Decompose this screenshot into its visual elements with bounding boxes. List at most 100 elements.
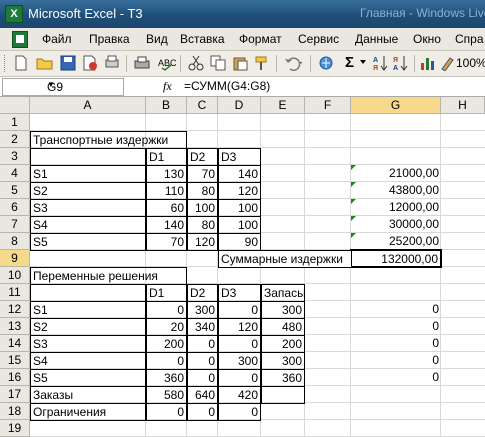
cell-d16[interactable]: 0	[218, 369, 261, 387]
error-indicator-icon[interactable]	[351, 199, 356, 204]
row-header-6[interactable]: 6	[0, 199, 30, 216]
cell-c12[interactable]: 300	[187, 301, 218, 319]
worksheet-grid[interactable]: A B C D E F G H 1 2 3 4 5 6 7 8 9 10 11 12 13 14 15 16 17 18 19 Тра…	[0, 97, 485, 437]
error-indicator-icon[interactable]	[351, 165, 356, 170]
row-header-14[interactable]: 14	[0, 335, 30, 352]
cell-c3[interactable]: D2	[187, 148, 218, 166]
cell-e15[interactable]: 300	[261, 352, 305, 370]
cell-c18[interactable]: 0	[187, 403, 218, 421]
sort-descending-icon[interactable]: ЯА	[393, 55, 409, 71]
autosum-icon[interactable]: Σ	[345, 54, 354, 71]
cell-d8[interactable]: 90	[218, 233, 261, 251]
cell-b6[interactable]: 60	[146, 199, 187, 217]
row-header-2[interactable]: 2	[0, 131, 30, 148]
cell-d17[interactable]: 420	[218, 386, 261, 404]
cell-a3[interactable]	[30, 148, 146, 166]
menu-help[interactable]: Спра	[455, 32, 484, 46]
row-header-8[interactable]: 8	[0, 233, 30, 250]
cell-a7[interactable]: S4	[30, 216, 146, 234]
cell-c4[interactable]: 70	[187, 165, 218, 183]
cell-e14[interactable]: 200	[261, 335, 305, 353]
formula-input[interactable]: =СУММ(G4:G8)	[184, 79, 270, 93]
cell-b15[interactable]: 0	[146, 352, 187, 370]
cell-g15[interactable]: 0	[351, 352, 441, 369]
row-header-19[interactable]: 19	[0, 420, 30, 437]
menu-file[interactable]: Файл	[42, 32, 72, 46]
row-header-10[interactable]: 10	[0, 267, 30, 284]
cell-e16[interactable]: 360	[261, 369, 305, 387]
column-header-d[interactable]: D	[218, 97, 261, 114]
cell-a10[interactable]: Переменные решения	[30, 267, 187, 285]
cell-b18[interactable]: 0	[146, 403, 187, 421]
cell-d7[interactable]: 100	[218, 216, 261, 234]
cell-a15[interactable]: S4	[30, 352, 146, 370]
save-icon[interactable]	[60, 55, 76, 71]
cell-e17[interactable]	[261, 386, 305, 404]
row-header-7[interactable]: 7	[0, 216, 30, 233]
cell-c11[interactable]: D2	[187, 284, 218, 302]
cell-a6[interactable]: S3	[30, 199, 146, 217]
toolbar-grip[interactable]	[4, 55, 8, 72]
chevron-down-icon[interactable]: ▼	[47, 80, 117, 89]
cell-c8[interactable]: 120	[187, 233, 218, 251]
menu-view[interactable]: Вид	[146, 32, 168, 46]
cell-b13[interactable]: 20	[146, 318, 187, 336]
column-header-b[interactable]: B	[146, 97, 187, 114]
cell-c6[interactable]: 100	[187, 199, 218, 217]
cell-e12[interactable]: 300	[261, 301, 305, 319]
zoom-box[interactable]: 100%	[456, 56, 485, 70]
cell-g8[interactable]: 25200,00	[351, 233, 441, 250]
cell-e13[interactable]: 480	[261, 318, 305, 336]
column-header-h[interactable]: H	[441, 97, 485, 114]
menu-tools[interactable]: Сервис	[298, 32, 339, 46]
cell-a5[interactable]: S2	[30, 182, 146, 200]
cell-a4[interactable]: S1	[30, 165, 146, 183]
cell-d5[interactable]: 120	[218, 182, 261, 200]
chevron-down-icon[interactable]	[360, 60, 366, 76]
permission-icon[interactable]	[82, 55, 98, 71]
cell-d9[interactable]: Суммарные издержки	[218, 250, 351, 268]
cell-d14[interactable]: 0	[218, 335, 261, 353]
cell-a12[interactable]: S1	[30, 301, 146, 319]
cell-a13[interactable]: S2	[30, 318, 146, 336]
cell-c5[interactable]: 80	[187, 182, 218, 200]
select-all-corner[interactable]	[0, 97, 30, 114]
cell-b5[interactable]: 110	[146, 182, 187, 200]
cell-d3[interactable]: D3	[218, 148, 261, 166]
new-document-icon[interactable]	[14, 55, 28, 71]
cell-c13[interactable]: 340	[187, 318, 218, 336]
row-header-15[interactable]: 15	[0, 352, 30, 369]
cell-b12[interactable]: 0	[146, 301, 187, 319]
sort-ascending-icon[interactable]: АЯ	[373, 55, 389, 71]
format-painter-icon[interactable]	[254, 55, 270, 71]
row-header-4[interactable]: 4	[0, 165, 30, 182]
error-indicator-icon[interactable]	[351, 216, 356, 221]
cell-c7[interactable]: 80	[187, 216, 218, 234]
cell-g12[interactable]: 0	[351, 301, 441, 318]
cell-d12[interactable]: 0	[218, 301, 261, 319]
cell-a14[interactable]: S3	[30, 335, 146, 353]
column-header-g[interactable]: G	[351, 97, 441, 114]
cell-a11[interactable]	[30, 284, 146, 302]
cell-d15[interactable]: 300	[218, 352, 261, 370]
error-indicator-icon[interactable]	[351, 182, 356, 187]
column-header-f[interactable]: F	[305, 97, 351, 114]
hyperlink-icon[interactable]	[318, 55, 334, 71]
row-header-5[interactable]: 5	[0, 182, 30, 199]
cell-b4[interactable]: 130	[146, 165, 187, 183]
row-header-1[interactable]: 1	[0, 114, 30, 131]
cell-b17[interactable]: 580	[146, 386, 187, 404]
menu-window[interactable]: Окно	[413, 32, 441, 46]
paste-icon[interactable]	[232, 55, 248, 71]
cell-c16[interactable]: 0	[187, 369, 218, 387]
row-header-18[interactable]: 18	[0, 403, 30, 420]
cell-g7[interactable]: 30000,00	[351, 216, 441, 233]
cell-b3[interactable]: D1	[146, 148, 187, 166]
row-header-16[interactable]: 16	[0, 369, 30, 386]
workbook-icon[interactable]	[12, 31, 28, 48]
chart-wizard-icon[interactable]	[420, 55, 436, 71]
menu-edit[interactable]: Правка	[89, 32, 130, 46]
cell-a18[interactable]: Ограничения	[30, 403, 146, 421]
row-header-17[interactable]: 17	[0, 386, 30, 403]
cell-d6[interactable]: 100	[218, 199, 261, 217]
